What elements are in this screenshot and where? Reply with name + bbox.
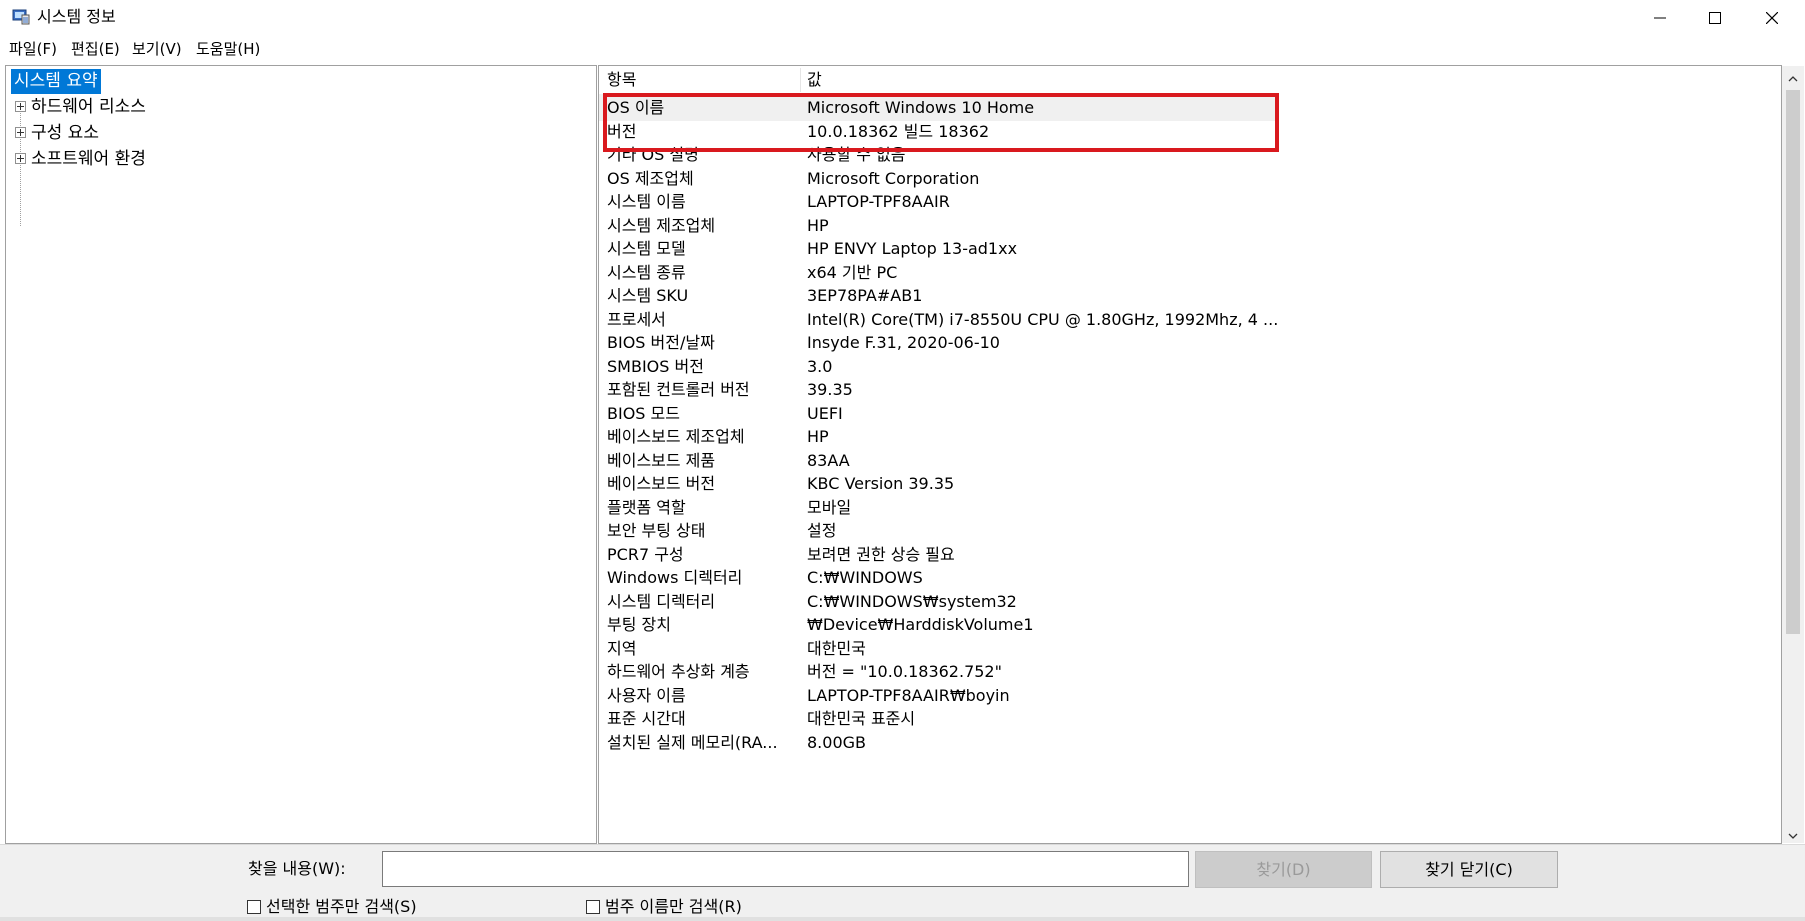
tree-item-software-environment[interactable]: 소프트웨어 환경 [6,147,306,171]
close-find-button[interactable]: 찾기 닫기(C) [1380,851,1558,888]
menu-view[interactable]: 보기(V) [132,39,182,59]
scroll-up-button[interactable] [1782,66,1804,86]
close-button[interactable] [1743,0,1801,36]
find-button[interactable]: 찾기(D) [1195,851,1372,888]
column-header-item[interactable]: 항목 [607,66,636,94]
expand-icon[interactable] [15,153,26,164]
chevron-up-icon [1788,67,1798,86]
close-icon [1766,12,1778,24]
column-header-value[interactable]: 값 [807,66,822,94]
row-item: 설치된 실제 메모리(RA... [607,732,778,752]
menu-edit[interactable]: 편집(E) [71,39,120,59]
search-selected-category-label: 선택한 범주만 검색(S) [266,897,417,916]
minimize-button[interactable] [1631,0,1689,36]
chevron-down-icon [1788,824,1798,843]
expand-icon[interactable] [15,127,26,138]
menu-file[interactable]: 파일(F) [9,39,57,59]
expand-icon[interactable] [15,101,26,112]
search-category-names-label: 범주 이름만 검색(R) [605,897,742,916]
tree-item-label: 소프트웨어 환경 [31,149,146,169]
find-bar: 찾을 내용(W): 찾기(D) 찾기 닫기(C) 선택한 범주만 검색(S) 범… [0,844,1805,921]
column-divider[interactable] [800,68,801,92]
row-value: 8.00GB [807,732,866,752]
table-row[interactable]: 설치된 실제 메모리(RA... 8.00GB [599,729,1279,756]
maximize-button[interactable] [1686,0,1744,36]
category-tree[interactable]: 시스템 요약 하드웨어 리소스 구성 요소 소프트웨어 환경 [5,65,597,844]
tree-item-system-summary[interactable]: 시스템 요약 [11,69,101,94]
highlight-annotation-box [603,93,1279,152]
window-title: 시스템 정보 [37,7,116,26]
details-list[interactable]: 항목 값 OS 이름 Microsoft Windows 10 Home 버전 10.… [598,65,1782,844]
search-category-names-checkbox[interactable] [586,900,600,914]
maximize-icon [1709,12,1721,24]
system-info-icon [12,9,30,25]
find-input[interactable] [382,851,1189,887]
tree-item-label: 구성 요소 [31,123,99,143]
tree-item-label: 하드웨어 리소스 [31,97,146,117]
menu-help[interactable]: 도움말(H) [196,39,260,59]
search-selected-category-checkbox[interactable] [247,900,261,914]
scroll-down-button[interactable] [1782,823,1804,843]
minimize-icon [1654,12,1666,24]
scroll-thumb[interactable] [1786,90,1800,634]
menu-bar: 파일(F) 편집(E) 보기(V) 도움말(H) [0,36,1805,62]
window-bottom-edge [0,917,1805,921]
tree-item-hardware-resources[interactable]: 하드웨어 리소스 [6,95,306,119]
find-label: 찾을 내용(W): [248,859,346,878]
tree-item-components[interactable]: 구성 요소 [6,121,306,145]
title-bar: 시스템 정보 [0,0,1805,36]
vertical-scrollbar[interactable] [1782,66,1804,843]
